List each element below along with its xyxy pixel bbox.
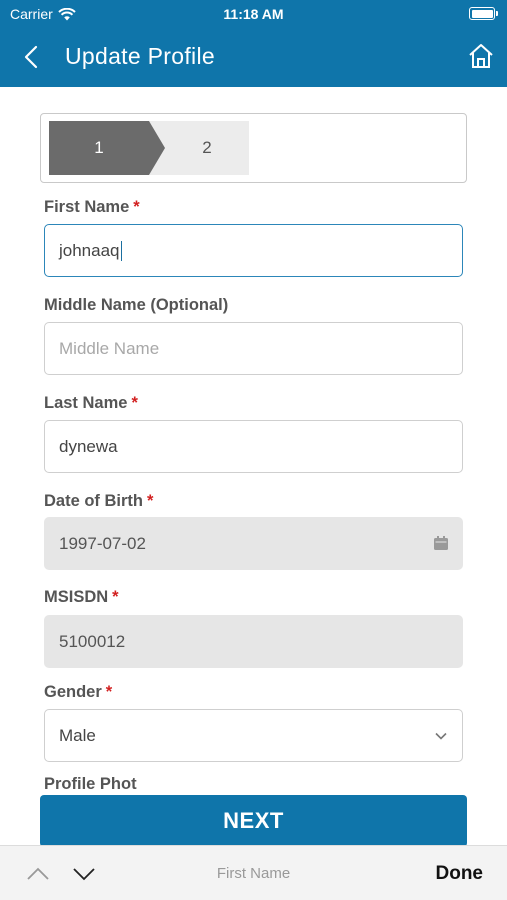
gender-value: Male — [59, 725, 96, 745]
form-scroll-area[interactable]: 1 2 First Name * johnaaq Middle Name (Opt… — [0, 87, 507, 845]
msisdn-label: MSISDN * — [44, 588, 119, 606]
status-bar: Carrier 11:18 AM — [0, 0, 507, 28]
msisdn-field: 5100012 — [44, 615, 463, 668]
gender-select[interactable]: Male — [44, 709, 463, 762]
msisdn-value: 5100012 — [59, 631, 126, 651]
step-1: 1 — [49, 121, 165, 175]
first-name-field[interactable]: johnaaq — [44, 224, 463, 277]
middle-name-placeholder: Middle Name — [59, 338, 160, 358]
current-field-name: First Name — [216, 865, 291, 882]
required-marker: * — [131, 394, 138, 412]
battery-icon — [469, 7, 498, 20]
chevron-down-icon — [435, 732, 447, 740]
app-header: Carrier 11:18 AM Update Profile — [0, 0, 507, 87]
last-name-label: Last Name * — [44, 394, 138, 412]
last-name-field[interactable]: dynewa — [44, 420, 463, 473]
dob-value: 1997-07-02 — [59, 533, 146, 553]
middle-name-field[interactable]: Middle Name — [44, 322, 463, 375]
calendar-icon[interactable] — [432, 534, 450, 552]
required-marker: * — [147, 492, 154, 510]
middle-name-label: Middle Name (Optional) — [44, 296, 229, 314]
text-cursor — [120, 240, 123, 261]
first-name-label: First Name * — [44, 198, 140, 216]
next-button[interactable]: NEXT — [40, 795, 467, 847]
last-name-value: dynewa — [59, 436, 118, 456]
done-button[interactable]: Done — [436, 863, 484, 885]
required-marker: * — [105, 683, 113, 701]
first-name-value: johnaaq — [59, 240, 120, 260]
back-arrow-icon[interactable] — [18, 42, 46, 72]
next-button-container: NEXT — [0, 791, 507, 847]
dob-field[interactable]: 1997-07-02 — [44, 517, 463, 570]
required-marker: * — [112, 588, 119, 606]
progress-stepper: 1 2 — [40, 113, 467, 183]
nav-bar: Update Profile — [0, 28, 507, 87]
home-icon[interactable] — [467, 42, 495, 70]
status-time: 11:18 AM — [223, 6, 284, 22]
dob-label: Date of Birth * — [44, 492, 154, 510]
required-marker: * — [133, 198, 140, 216]
gender-label: Gender * — [44, 683, 113, 701]
page-title: Update Profile — [65, 43, 215, 69]
keyboard-toolbar: First Name Done — [0, 845, 507, 900]
